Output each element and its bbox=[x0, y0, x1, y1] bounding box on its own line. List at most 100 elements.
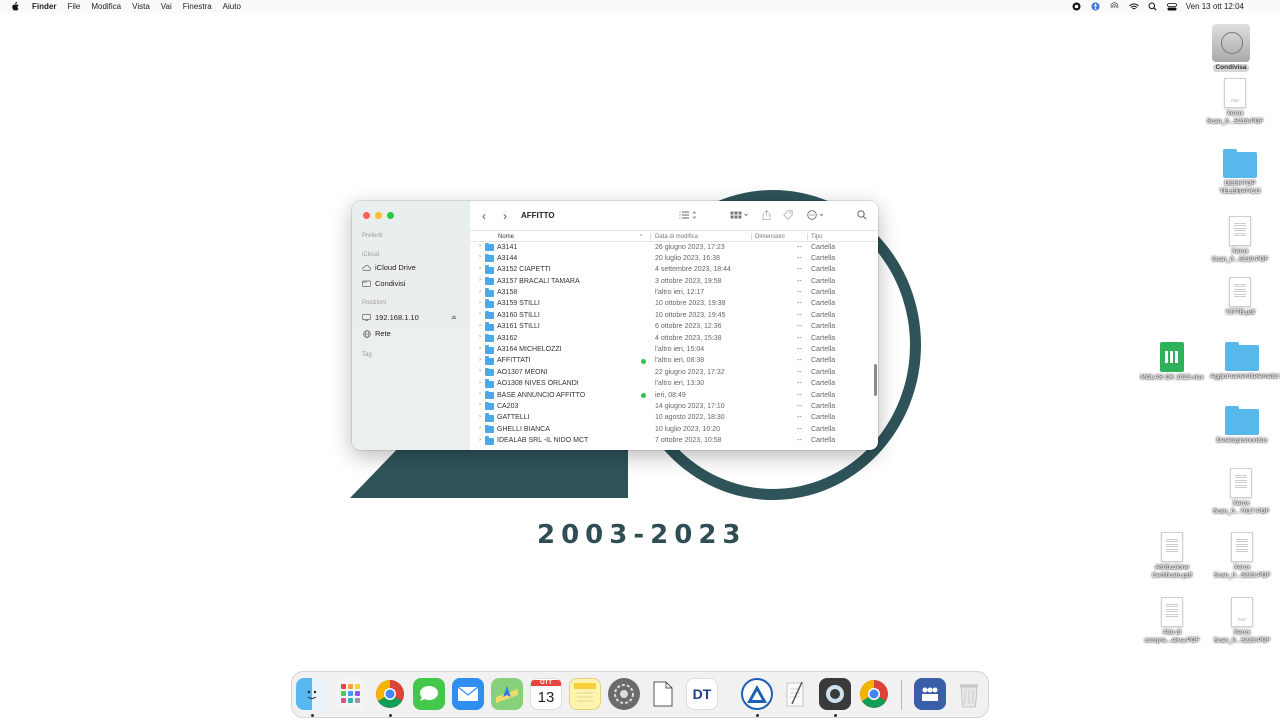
desktop-icon-folder[interactable]: DESKTOP TELEMATICO bbox=[1208, 149, 1272, 196]
table-row[interactable]: › A3164 MICHELOZZI l'altro ieri, 15:04 -- Ca… bbox=[470, 345, 874, 356]
capture-app-icon[interactable] bbox=[819, 678, 851, 710]
trash-icon[interactable] bbox=[953, 678, 985, 710]
spotlight-icon[interactable] bbox=[1148, 2, 1158, 12]
finder-window[interactable]: Preferiti iCloud iCloud Drive Condivisi … bbox=[352, 201, 878, 450]
disclosure-icon[interactable]: › bbox=[479, 391, 481, 397]
textedit-app-icon[interactable] bbox=[780, 678, 812, 710]
table-row[interactable]: › A3141 26 giugno 2023, 17:23 -- Cartella bbox=[470, 242, 874, 253]
group-icon[interactable] bbox=[730, 210, 750, 220]
table-row[interactable]: › A3161 STILLI 6 ottobre 2023, 12:36 -- Cart… bbox=[470, 322, 874, 333]
column-size[interactable]: Dimensioni bbox=[755, 234, 785, 240]
chrome-app-icon[interactable] bbox=[858, 678, 890, 710]
forward-button[interactable]: › bbox=[503, 209, 507, 223]
sidebar-item-network[interactable]: Rete bbox=[362, 329, 391, 338]
menu-clock[interactable]: Ven 13 ott 12:04 bbox=[1186, 2, 1244, 11]
menu-file[interactable]: File bbox=[67, 2, 80, 11]
table-row[interactable]: › A3159 STILLI 10 ottobre 2023, 19:38 -- Car… bbox=[470, 299, 874, 310]
table-row[interactable]: › AFFITTATI l'altro ieri, 08:38 -- Cartella bbox=[470, 356, 874, 367]
menu-app-finder[interactable]: Finder bbox=[32, 2, 56, 11]
disclosure-icon[interactable]: › bbox=[479, 254, 481, 260]
table-row[interactable]: › GHELLI BIANCA 10 luglio 2023, 10:20 -- Car… bbox=[470, 424, 874, 435]
desktop-icon-file[interactable]: Xerox Scan_0...7017.PDF bbox=[1209, 468, 1273, 516]
column-modified[interactable]: Data di modifica bbox=[655, 234, 698, 240]
mail-app-icon[interactable] bbox=[452, 678, 484, 710]
disclosure-icon[interactable]: › bbox=[479, 380, 481, 386]
wifi-icon[interactable] bbox=[1128, 2, 1139, 12]
messages-app-icon[interactable] bbox=[413, 678, 445, 710]
users-app-icon[interactable] bbox=[914, 678, 946, 710]
disclosure-icon[interactable]: › bbox=[479, 243, 481, 249]
table-row[interactable]: › BASE ANNUNCIO AFFITTO ieri, 08:49 -- Carte… bbox=[470, 390, 874, 401]
disclosure-icon[interactable]: › bbox=[479, 437, 481, 443]
sidebar-item-shared[interactable]: Condivisi bbox=[362, 279, 405, 288]
disclosure-icon[interactable]: › bbox=[479, 368, 481, 374]
desktop-icon-file[interactable]: PDF Xerox Scan_0...5223.PDF bbox=[1210, 597, 1274, 645]
zoom-button[interactable] bbox=[387, 212, 394, 219]
tag-icon[interactable] bbox=[783, 210, 793, 220]
apple-menu-icon[interactable] bbox=[10, 2, 20, 12]
chrome-app-icon[interactable] bbox=[374, 678, 406, 710]
disclosure-icon[interactable]: › bbox=[479, 323, 481, 329]
disclosure-icon[interactable]: › bbox=[479, 334, 481, 340]
airdrop-icon[interactable] bbox=[1110, 2, 1120, 12]
connection-app-icon[interactable] bbox=[741, 678, 773, 710]
column-kind[interactable]: Tipo bbox=[811, 234, 822, 240]
minimize-button[interactable] bbox=[375, 212, 382, 219]
sidebar-item-server[interactable]: 192.168.1.10 bbox=[362, 313, 419, 322]
back-button[interactable]: ‹ bbox=[482, 209, 486, 223]
table-row[interactable]: › AO1308 NIVES ORLANDI l'altro ieri, 13:30… bbox=[470, 379, 874, 390]
desktop-icon-file[interactable]: Xerox Scan_0...5223.PDF bbox=[1210, 532, 1274, 580]
menu-view[interactable]: Vista bbox=[132, 2, 150, 11]
menu-window[interactable]: Finestra bbox=[183, 2, 212, 11]
disclosure-icon[interactable]: › bbox=[479, 414, 481, 420]
desktop-icon-file[interactable]: PDF Xerox Scan_0...5219.PDF bbox=[1203, 78, 1267, 126]
search-icon[interactable] bbox=[857, 210, 867, 220]
menu-go[interactable]: Vai bbox=[161, 2, 172, 11]
desktop-icon-spreadsheet[interactable]: MOLAS OK 2023.xlsx bbox=[1140, 342, 1204, 382]
disclosure-icon[interactable]: › bbox=[479, 300, 481, 306]
table-row[interactable]: › A3158 l'altro ieri, 12:17 -- Cartella bbox=[470, 288, 874, 299]
more-actions-icon[interactable] bbox=[807, 210, 827, 220]
table-row[interactable]: › A3157 BRACALI TAMARA 3 ottobre 2023, 19:… bbox=[470, 276, 874, 287]
table-row[interactable]: › A3152 CIAPETTI 4 settembre 2023, 18:44 --… bbox=[470, 265, 874, 276]
table-row[interactable]: › CA203 14 giugno 2023, 17:10 -- Cartella bbox=[470, 401, 874, 412]
menu-help[interactable]: Aiuto bbox=[223, 2, 241, 11]
desktop-icon-shared-volume[interactable]: Condivisa bbox=[1199, 24, 1263, 72]
finder-app-icon[interactable] bbox=[296, 678, 328, 710]
disclosure-icon[interactable]: › bbox=[479, 277, 481, 283]
disclosure-icon[interactable]: › bbox=[479, 357, 481, 363]
table-row[interactable]: › GATTELLI 10 agosto 2022, 18:30 -- Cartella bbox=[470, 413, 874, 424]
disclosure-icon[interactable]: › bbox=[479, 289, 481, 295]
column-name[interactable]: Nome bbox=[498, 234, 514, 240]
dt-app-icon[interactable]: DT bbox=[686, 678, 718, 710]
disclosure-icon[interactable]: › bbox=[479, 402, 481, 408]
table-row[interactable]: › A3160 STILLI 10 ottobre 2023, 19:45 -- Car… bbox=[470, 310, 874, 321]
desktop-icon-file[interactable]: Attribuzione Certificato.pdf bbox=[1140, 532, 1204, 580]
calendar-app-icon[interactable]: OTT 13 bbox=[530, 678, 562, 710]
disclosure-icon[interactable]: › bbox=[479, 425, 481, 431]
desktop-icon-file[interactable]: Atto di compra...aliva.PDF bbox=[1140, 597, 1204, 645]
share-icon[interactable] bbox=[762, 210, 771, 220]
disclosure-icon[interactable]: › bbox=[479, 311, 481, 317]
settings-app-icon[interactable] bbox=[608, 678, 640, 710]
table-row[interactable]: › IDEALAB SRL -IL NIDO MCT 7 ottobre 2023,… bbox=[470, 436, 874, 447]
preview-app-icon[interactable] bbox=[647, 678, 679, 710]
sidebar-item-icloud-drive[interactable]: iCloud Drive bbox=[362, 263, 416, 272]
disclosure-icon[interactable]: › bbox=[479, 266, 481, 272]
disclosure-icon[interactable]: › bbox=[479, 346, 481, 352]
control-center-icon[interactable] bbox=[1166, 2, 1177, 12]
table-row[interactable]: › A3162 4 ottobre 2023, 15:38 -- Cartella bbox=[470, 333, 874, 344]
list-view-icon[interactable] bbox=[679, 210, 697, 220]
close-button[interactable] bbox=[363, 212, 370, 219]
table-row[interactable]: › AO1307 MEONI 22 giugno 2023, 17:32 -- Cart… bbox=[470, 367, 874, 378]
desktop-icon-file[interactable]: 7377B.pdf bbox=[1208, 277, 1272, 317]
maps-app-icon[interactable] bbox=[491, 678, 523, 710]
accessibility-icon[interactable] bbox=[1091, 2, 1101, 12]
desktop-icon-folder[interactable]: Deskiopiomonitoc bbox=[1210, 406, 1274, 445]
notes-app-icon[interactable] bbox=[569, 678, 601, 710]
record-icon[interactable] bbox=[1072, 2, 1082, 12]
eject-icon[interactable]: ⏏ bbox=[451, 314, 457, 321]
menu-edit[interactable]: Modifica bbox=[91, 2, 121, 11]
launchpad-app-icon[interactable] bbox=[335, 678, 367, 710]
vertical-scrollbar[interactable] bbox=[874, 364, 877, 396]
